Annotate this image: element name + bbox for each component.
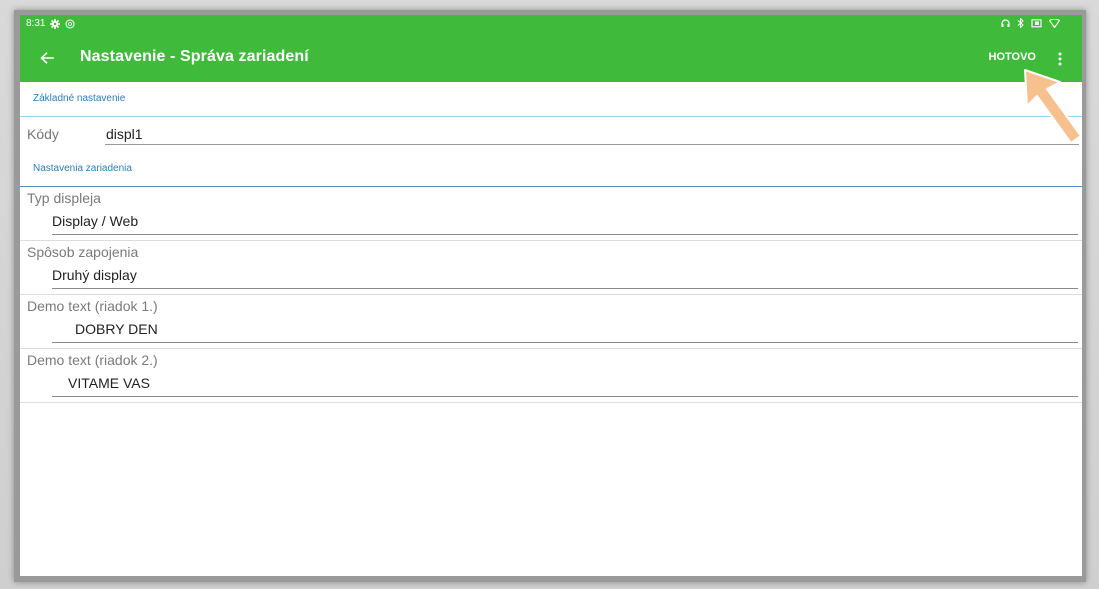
- section-header-device: Nastavenia zariadenia: [20, 152, 1082, 187]
- section-header-basic: Základné nastavenie: [20, 82, 1082, 117]
- page-title: Nastavenie - Správa zariadení: [80, 48, 309, 65]
- pref-title: Demo text (riadok 1.): [27, 298, 158, 314]
- pref-value: Display / Web: [52, 213, 139, 229]
- gear-icon: [50, 18, 61, 29]
- status-bar: 8:31: [20, 15, 1082, 35]
- pref-value: DOBRY DEN: [75, 321, 158, 337]
- status-right: [1001, 18, 1060, 28]
- pref-value-field[interactable]: Display / Web: [52, 213, 1078, 235]
- pointer-arrow-icon: [1024, 69, 1082, 144]
- back-button[interactable]: [34, 45, 60, 71]
- more-vert-icon: [1058, 52, 1062, 66]
- pref-value-field[interactable]: Druhý display: [52, 267, 1078, 289]
- arrow-back-icon: [40, 52, 54, 64]
- codes-label: Kódy: [27, 126, 59, 142]
- codes-input[interactable]: [105, 124, 1079, 145]
- pref-demo-text-line2[interactable]: Demo text (riadok 2.) VITAME VAS: [20, 349, 1082, 403]
- wifi-icon: [1049, 18, 1060, 28]
- pref-connection-type[interactable]: Spôsob zapojenia Druhý display: [20, 241, 1082, 295]
- headphones-icon: [1001, 18, 1010, 28]
- pref-value-field[interactable]: DOBRY DEN: [52, 321, 1078, 343]
- status-left: 8:31: [26, 18, 75, 29]
- pref-value: Druhý display: [52, 267, 137, 283]
- bluetooth-icon: [1017, 18, 1024, 28]
- sync-icon: [65, 19, 75, 29]
- pref-display-type[interactable]: Typ displeja Display / Web: [20, 187, 1082, 241]
- app-bar: Nastavenie - Správa zariadení HOTOVO: [20, 35, 1082, 82]
- codes-row: Kódy: [20, 117, 1082, 152]
- pref-title: Spôsob zapojenia: [27, 244, 139, 260]
- pref-value-field[interactable]: VITAME VAS: [52, 375, 1078, 397]
- done-button[interactable]: HOTOVO: [989, 51, 1036, 63]
- pref-title: Demo text (riadok 2.): [27, 352, 158, 368]
- pref-demo-text-line1[interactable]: Demo text (riadok 1.) DOBRY DEN: [20, 295, 1082, 349]
- cast-icon: [1031, 18, 1042, 28]
- status-time: 8:31: [26, 18, 46, 29]
- app-screen: 8:31 Nastavenie - Správa zariadení HOTOV…: [20, 15, 1082, 576]
- pref-title: Typ displeja: [27, 190, 101, 206]
- pref-value: VITAME VAS: [68, 375, 150, 391]
